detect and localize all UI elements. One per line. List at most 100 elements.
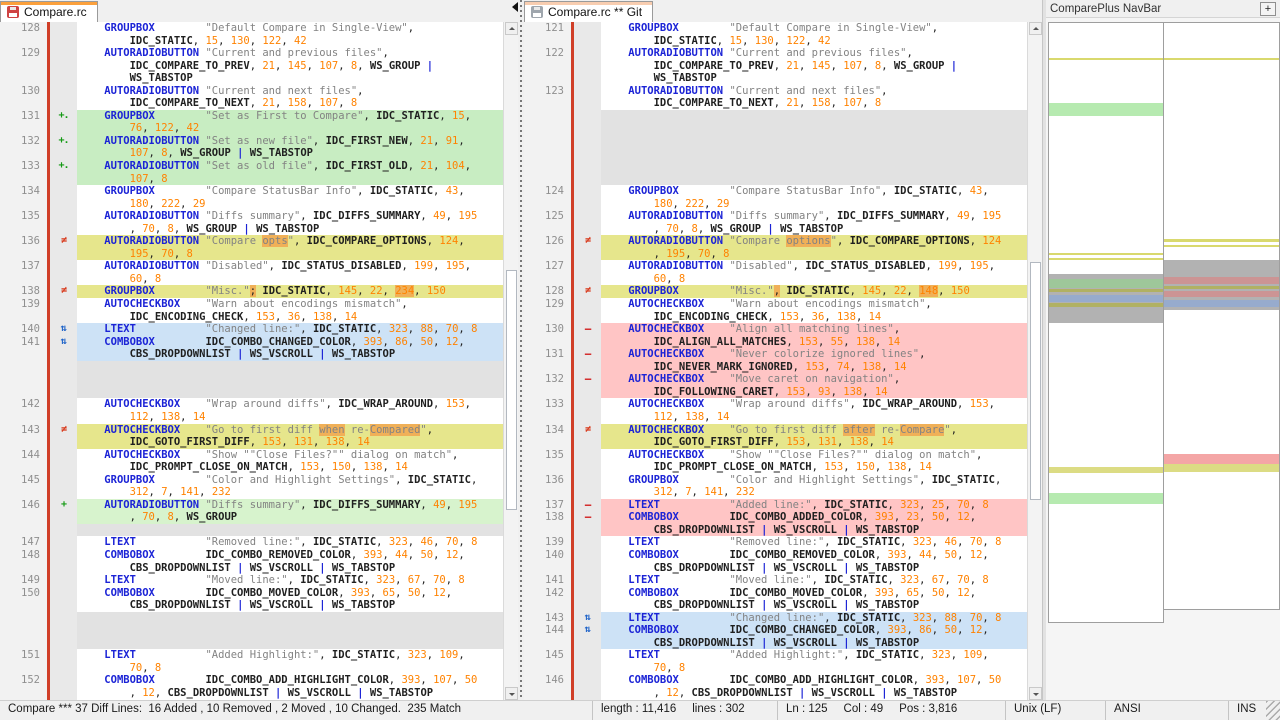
navbar-diff-mark[interactable] (1049, 253, 1163, 255)
code-line[interactable]: 140⇅ LTEXT "Changed line:", IDC_STATIC, … (0, 323, 503, 336)
code-line[interactable]: 133+. AUTORADIOBUTTON "Set as old file",… (0, 160, 503, 173)
navbar-diff-mark[interactable] (1049, 258, 1163, 260)
code-line[interactable]: IDC_STATIC, 15, 130, 122, 42 (524, 35, 1027, 48)
code-line[interactable]: 130− AUTOCHECKBOX "Align all matching li… (524, 323, 1027, 336)
code-line[interactable]: IDC_PROMPT_CLOSE_ON_MATCH, 153, 150, 138… (524, 461, 1027, 474)
code-line[interactable]: CBS_DROPDOWNLIST | WS_VSCROLL | WS_TABST… (524, 599, 1027, 612)
code-line[interactable]: 70, 8 (524, 662, 1027, 675)
code-line[interactable]: IDC_ENCODING_CHECK, 153, 36, 138, 14 (0, 311, 503, 324)
code-line[interactable]: 129 AUTORADIOBUTTON "Current and previou… (0, 47, 503, 60)
code-line[interactable]: 123 AUTORADIOBUTTON "Current and next fi… (524, 85, 1027, 98)
code-line[interactable]: 142 COMBOBOX IDC_COMBO_MOVED_COLOR, 393,… (524, 587, 1027, 600)
code-line[interactable]: 180, 222, 29 (0, 198, 503, 211)
code-line[interactable]: 152 COMBOBOX IDC_COMBO_ADD_HIGHLIGHT_COL… (0, 674, 503, 687)
code-line[interactable]: IDC_GOTO_FIRST_DIFF, 153, 131, 138, 14 (0, 436, 503, 449)
navbar-diff-mark[interactable] (1049, 279, 1163, 288)
code-line[interactable]: 143≠ AUTOCHECKBOX "Go to first diff when… (0, 424, 503, 437)
code-line[interactable]: 125 AUTORADIOBUTTON "Diffs summary", IDC… (524, 210, 1027, 223)
navbar-minimap-left[interactable] (1048, 22, 1164, 623)
code-line[interactable]: 144 AUTOCHECKBOX "Show ""Close Files?"" … (0, 449, 503, 462)
code-line[interactable]: IDC_PROMPT_CLOSE_ON_MATCH, 153, 150, 138… (0, 461, 503, 474)
left-editor-pane[interactable]: 128 GROUPBOX "Default Compare in Single-… (0, 22, 503, 700)
code-line[interactable]: 131+. GROUPBOX "Set as First to Compare"… (0, 110, 503, 123)
navbar-diff-mark[interactable] (1049, 295, 1163, 302)
navbar-minimap-right[interactable] (1163, 22, 1280, 610)
code-line[interactable]: CBS_DROPDOWNLIST | WS_VSCROLL | WS_TABST… (0, 562, 503, 575)
code-line[interactable]: , 12, CBS_DROPDOWNLIST | WS_VSCROLL | WS… (524, 687, 1027, 700)
code-line[interactable]: WS_TABSTOP (524, 72, 1027, 85)
code-line[interactable]: 130 AUTORADIOBUTTON "Current and next fi… (0, 85, 503, 98)
code-line[interactable]: 135 AUTOCHECKBOX "Show ""Close Files?"" … (524, 449, 1027, 462)
status-encoding[interactable]: ANSI (1105, 701, 1228, 720)
code-line[interactable]: 122 AUTORADIOBUTTON "Current and previou… (524, 47, 1027, 60)
navbar-diff-mark[interactable] (1049, 289, 1163, 292)
code-line[interactable]: 145 GROUPBOX "Color and Highlight Settin… (0, 474, 503, 487)
code-line[interactable]: CBS_DROPDOWNLIST | WS_VSCROLL | WS_TABST… (0, 599, 503, 612)
navbar-diff-mark[interactable] (1164, 58, 1279, 60)
code-line[interactable]: 144⇅ COMBOBOX IDC_COMBO_CHANGED_COLOR, 3… (524, 624, 1027, 637)
navbar-diff-mark[interactable] (1049, 303, 1163, 307)
scroll-down-arrow[interactable] (1029, 687, 1042, 700)
code-line[interactable]: 126≠ AUTORADIOBUTTON "Compare options", … (524, 235, 1027, 248)
code-line[interactable]: 145 LTEXT "Added Highlight:", IDC_STATIC… (524, 649, 1027, 662)
tab-left-file[interactable]: Compare.rc (0, 1, 98, 22)
code-line[interactable]: 60, 8 (524, 273, 1027, 286)
code-line[interactable]: CBS_DROPDOWNLIST | WS_VSCROLL | WS_TABST… (524, 562, 1027, 575)
code-line[interactable]: 132+. AUTORADIOBUTTON "Set as new file",… (0, 135, 503, 148)
code-line[interactable]: CBS_DROPDOWNLIST | WS_VSCROLL | WS_TABST… (0, 348, 503, 361)
code-line[interactable]: , 195, 70, 8 (524, 248, 1027, 261)
code-line[interactable]: 129 AUTOCHECKBOX "Warn about encodings m… (524, 298, 1027, 311)
navbar-diff-mark[interactable] (1049, 467, 1163, 473)
code-line[interactable]: 149 LTEXT "Moved line:", IDC_STATIC, 323… (0, 574, 503, 587)
navbar-diff-mark[interactable] (1049, 103, 1163, 116)
code-line[interactable]: 112, 138, 14 (524, 411, 1027, 424)
right-editor-vscrollbar[interactable] (1027, 22, 1042, 700)
code-line[interactable]: IDC_GOTO_FIRST_DIFF, 153, 131, 138, 14 (524, 436, 1027, 449)
code-line[interactable]: 107, 8 (0, 173, 503, 186)
code-line[interactable]: 148 COMBOBOX IDC_COMBO_REMOVED_COLOR, 39… (0, 549, 503, 562)
resize-grip[interactable] (1266, 701, 1280, 720)
code-line[interactable]: CBS_DROPDOWNLIST | WS_VSCROLL | WS_TABST… (524, 637, 1027, 650)
code-line[interactable]: IDC_NEVER_MARK_IGNORED, 153, 74, 138, 14 (524, 361, 1027, 374)
navbar-diff-mark[interactable] (1164, 454, 1279, 464)
code-line[interactable]: IDC_FOLLOWING_CARET, 153, 93, 138, 14 (524, 386, 1027, 399)
code-line[interactable]: 107, 8, WS_GROUP | WS_TABSTOP (0, 147, 503, 160)
code-line[interactable]: 128 GROUPBOX "Default Compare in Single-… (0, 22, 503, 35)
code-line[interactable]: 147 LTEXT "Removed line:", IDC_STATIC, 3… (0, 536, 503, 549)
code-line[interactable]: 138− COMBOBOX IDC_COMBO_ADDED_COLOR, 393… (524, 511, 1027, 524)
code-line[interactable]: IDC_COMPARE_TO_NEXT, 21, 158, 107, 8 (0, 97, 503, 110)
code-line[interactable]: , 70, 8, WS_GROUP (0, 511, 503, 524)
code-line[interactable]: 139 LTEXT "Removed line:", IDC_STATIC, 3… (524, 536, 1027, 549)
code-line[interactable]: IDC_STATIC, 15, 130, 122, 42 (0, 35, 503, 48)
code-line[interactable]: 137− LTEXT "Added line:", IDC_STATIC, 32… (524, 499, 1027, 512)
code-line[interactable]: , 70, 8, WS_GROUP | WS_TABSTOP (524, 223, 1027, 236)
code-line[interactable]: 312, 7, 141, 232 (0, 486, 503, 499)
navbar-diff-mark[interactable] (1164, 300, 1279, 307)
code-line[interactable]: 180, 222, 29 (524, 198, 1027, 211)
code-line[interactable]: IDC_COMPARE_TO_PREV, 21, 145, 107, 8, WS… (0, 60, 503, 73)
code-line[interactable]: 141 LTEXT "Moved line:", IDC_STATIC, 323… (524, 574, 1027, 587)
status-eol-format[interactable]: Unix (LF) (1005, 701, 1105, 720)
code-line[interactable]: WS_TABSTOP (0, 72, 503, 85)
code-line[interactable]: 121 GROUPBOX "Default Compare in Single-… (524, 22, 1027, 35)
code-line[interactable]: 195, 70, 8 (0, 248, 503, 261)
code-line[interactable]: 312, 7, 141, 232 (524, 486, 1027, 499)
code-line[interactable]: 134≠ AUTOCHECKBOX "Go to first diff afte… (524, 424, 1027, 437)
tab-right-file[interactable]: Compare.rc ** Git (524, 1, 653, 22)
scrollbar-thumb[interactable] (1030, 262, 1041, 500)
code-line[interactable]: 124 GROUPBOX "Compare StatusBar Info", I… (524, 185, 1027, 198)
code-line[interactable]: 140 COMBOBOX IDC_COMBO_REMOVED_COLOR, 39… (524, 549, 1027, 562)
code-line[interactable]: IDC_ALIGN_ALL_MATCHES, 153, 55, 138, 14 (524, 336, 1027, 349)
code-line[interactable]: CBS_DROPDOWNLIST | WS_VSCROLL | WS_TABST… (524, 524, 1027, 537)
scroll-up-arrow[interactable] (1029, 22, 1042, 35)
navbar-diff-mark[interactable] (1164, 286, 1279, 289)
code-line[interactable]: 136≠ AUTORADIOBUTTON "Compare opts", IDC… (0, 235, 503, 248)
scrollbar-thumb[interactable] (506, 270, 517, 510)
code-line[interactable]: 141⇅ COMBOBOX IDC_COMBO_CHANGED_COLOR, 3… (0, 336, 503, 349)
code-line[interactable]: 136 GROUPBOX "Color and Highlight Settin… (524, 474, 1027, 487)
code-line[interactable]: 146 COMBOBOX IDC_COMBO_ADD_HIGHLIGHT_COL… (524, 674, 1027, 687)
code-line[interactable]: 142 AUTOCHECKBOX "Wrap around diffs", ID… (0, 398, 503, 411)
code-line[interactable]: , 70, 8, WS_GROUP | WS_TABSTOP (0, 223, 503, 236)
code-line[interactable]: 70, 8 (0, 662, 503, 675)
navbar-diff-mark[interactable] (1049, 493, 1163, 504)
